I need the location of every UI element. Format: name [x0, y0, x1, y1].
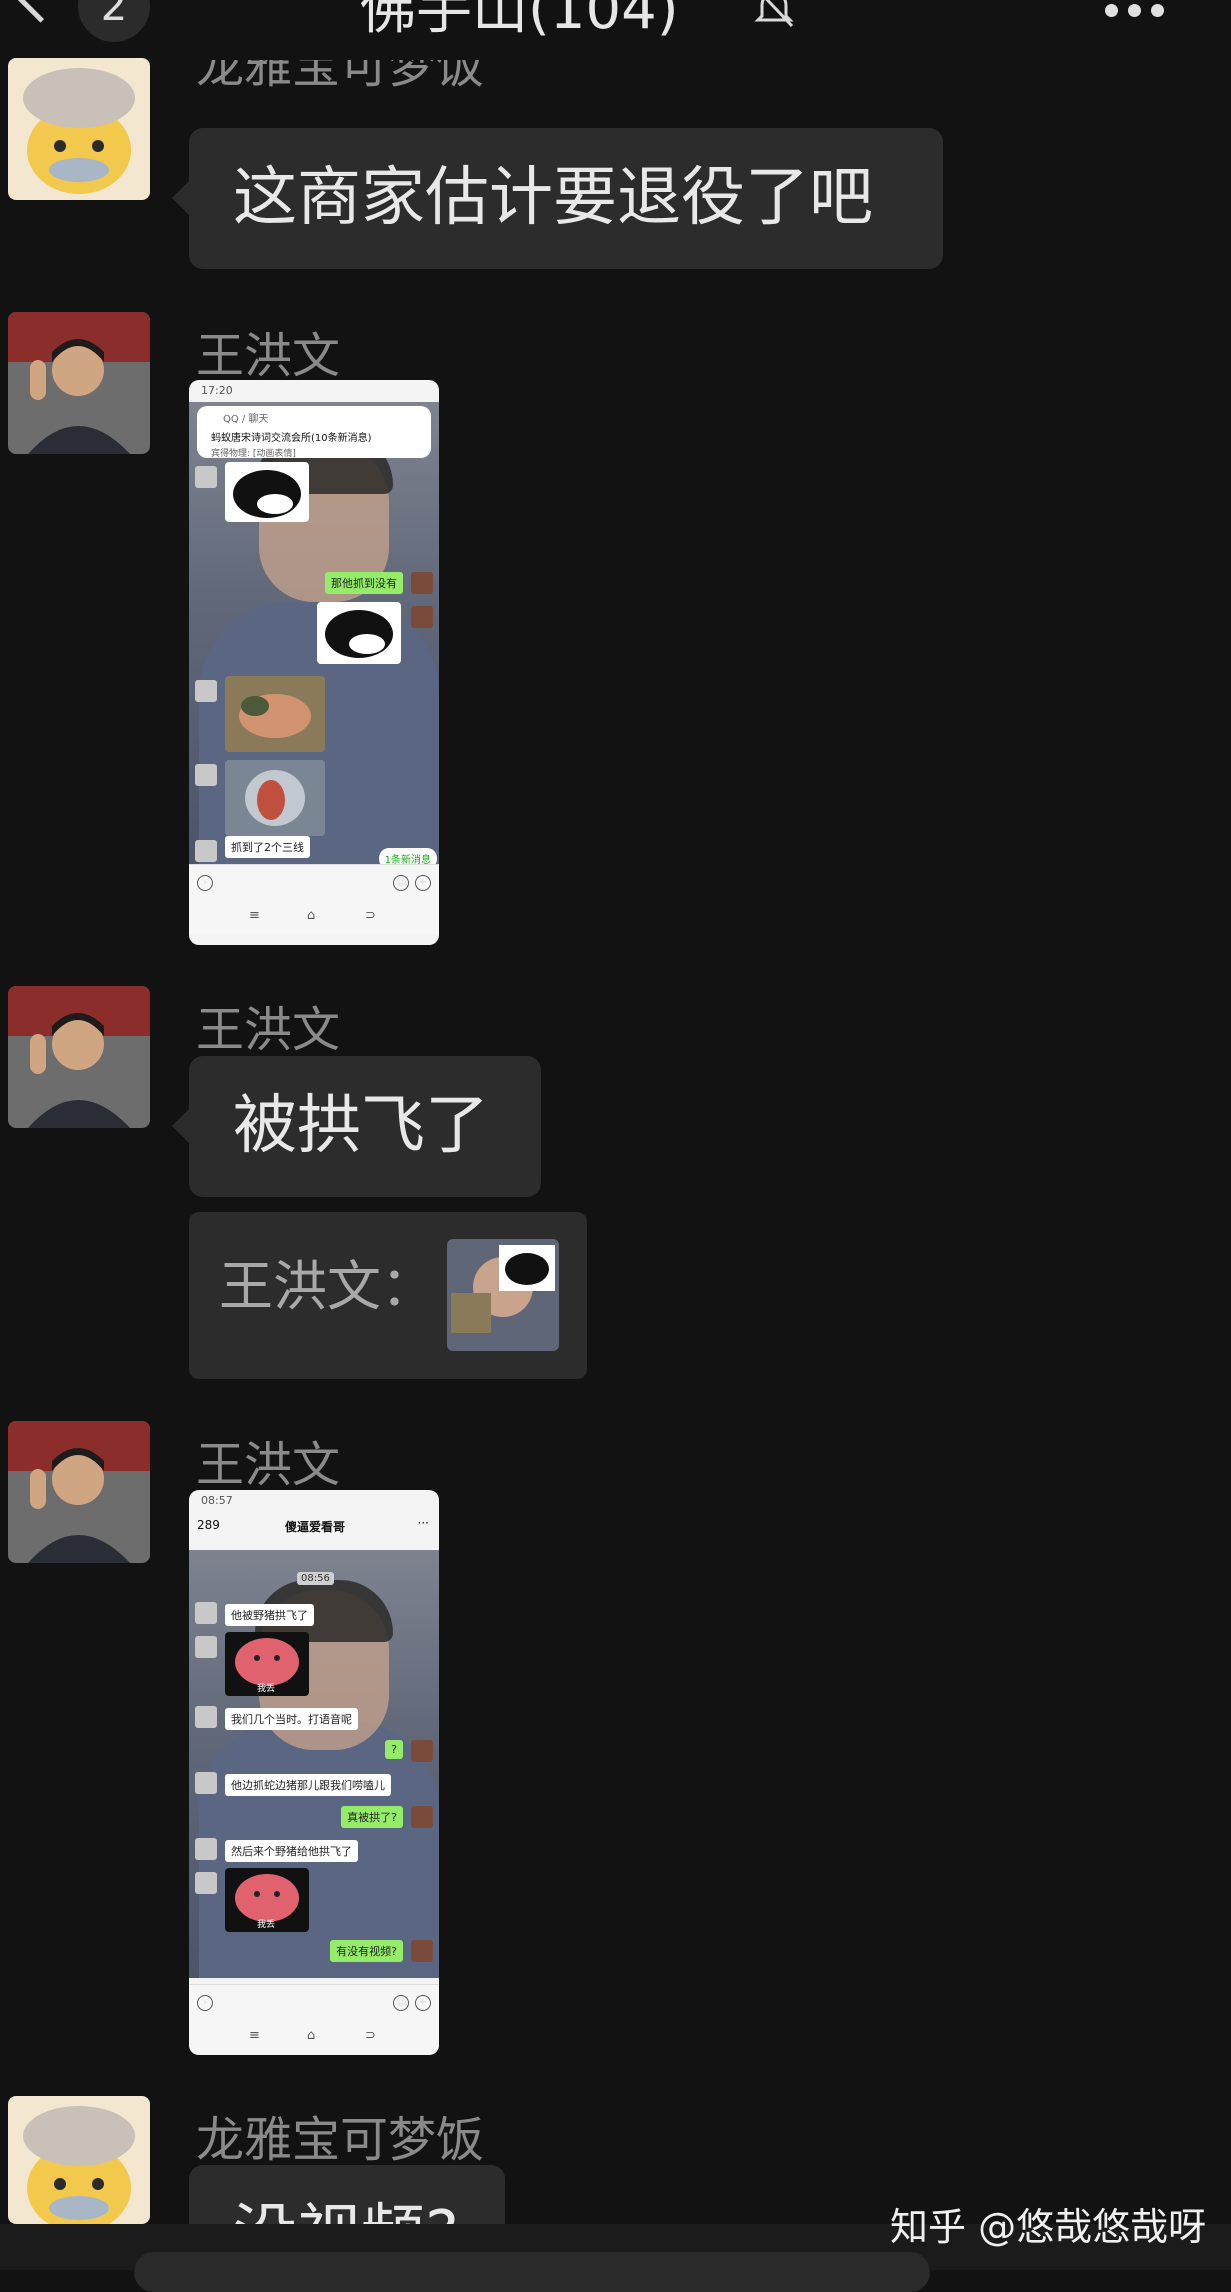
- avatar[interactable]: [8, 312, 150, 454]
- bubble-tail: [172, 1109, 189, 1143]
- sent-message: 那他抓到没有: [325, 572, 403, 594]
- message-bubble[interactable]: 这商家估计要退役了吧: [189, 128, 943, 269]
- received-message: 我们几个当时。打语音呢: [225, 1708, 358, 1730]
- message-bubble[interactable]: 被拱飞了: [189, 1056, 541, 1197]
- quote-thumbnail: [447, 1239, 559, 1351]
- sticker: 我丢: [225, 1868, 309, 1932]
- avatar[interactable]: [8, 2096, 150, 2224]
- avatar[interactable]: [8, 1421, 150, 1563]
- screenshot-chat-area: QQ / 聊天 蚂蚁唐宋诗词交流会所(10条新消息) 宾得物理: [动画表情] …: [189, 402, 439, 869]
- bubble-tail: [172, 181, 189, 215]
- screenshot-input-bar: › ☺ +: [189, 864, 439, 901]
- screenshot-input-bar: › ☺ +: [189, 1984, 439, 2021]
- received-message: 他边抓蛇边猪那儿跟我们唠嗑儿: [225, 1774, 391, 1796]
- screenshot-status-time: 17:20: [201, 384, 233, 397]
- sticker: [225, 676, 325, 752]
- message-bubble-clip: 没视频?: [189, 2165, 505, 2224]
- sender-name: 王洪文: [196, 328, 341, 384]
- sender-name: 王洪文: [196, 1002, 341, 1058]
- quote-sender: 王洪文：: [219, 1255, 435, 1318]
- message-bubble[interactable]: 没视频?: [189, 2165, 505, 2224]
- more-options-icon[interactable]: [1105, 4, 1165, 18]
- image-message[interactable]: 08:57 289 傻逼爱看哥 ··· 08:56 他被野猪拱飞了 我丢 我们几…: [189, 1490, 439, 2055]
- sticker: [225, 760, 325, 836]
- sender-name: 龙雅宝可梦饭: [196, 60, 485, 94]
- sent-message: 有没有视频?: [330, 1940, 403, 1962]
- sticker: [317, 602, 401, 664]
- received-message: 然后来个野猪给他拱飞了: [225, 1840, 358, 1862]
- screenshot-nav-bar: ≡ ⌂ ⊃: [189, 900, 439, 934]
- sent-message: 真被拱了?: [341, 1806, 403, 1828]
- sender-name: 王洪文: [196, 1437, 341, 1493]
- watermark: 知乎 @悠哉悠哉呀: [890, 2205, 1207, 2249]
- image-message[interactable]: 17:20 QQ / 聊天 蚂蚁唐宋诗词交流会所(10条新消息) 宾得物理: […: [189, 380, 439, 945]
- quoted-message[interactable]: 王洪文：: [189, 1212, 587, 1379]
- message-input[interactable]: [134, 2252, 930, 2292]
- sent-message: ?: [385, 1740, 403, 1759]
- sticker: [225, 462, 309, 522]
- avatar[interactable]: [8, 58, 150, 200]
- avatar[interactable]: [8, 986, 150, 1128]
- received-message: 抓到了2个三线: [225, 836, 310, 858]
- screenshot-nav-bar: ≡ ⌂ ⊃: [189, 2020, 439, 2054]
- screenshot-header: 289 傻逼爱看哥 ···: [189, 1512, 439, 1550]
- screenshot-status-time: 08:57: [201, 1494, 233, 1507]
- sender-name: 龙雅宝可梦饭: [196, 2112, 485, 2168]
- mute-bell-icon: [754, 0, 794, 28]
- received-message: 他被野猪拱飞了: [225, 1604, 314, 1626]
- screenshot-chat-area: 08:56 他被野猪拱飞了 我丢 我们几个当时。打语音呢 ? 他边抓蛇边猪那儿跟…: [189, 1550, 439, 1978]
- sticker: 我丢: [225, 1632, 309, 1696]
- notification-card[interactable]: QQ / 聊天 蚂蚁唐宋诗词交流会所(10条新消息) 宾得物理: [动画表情]: [197, 406, 431, 459]
